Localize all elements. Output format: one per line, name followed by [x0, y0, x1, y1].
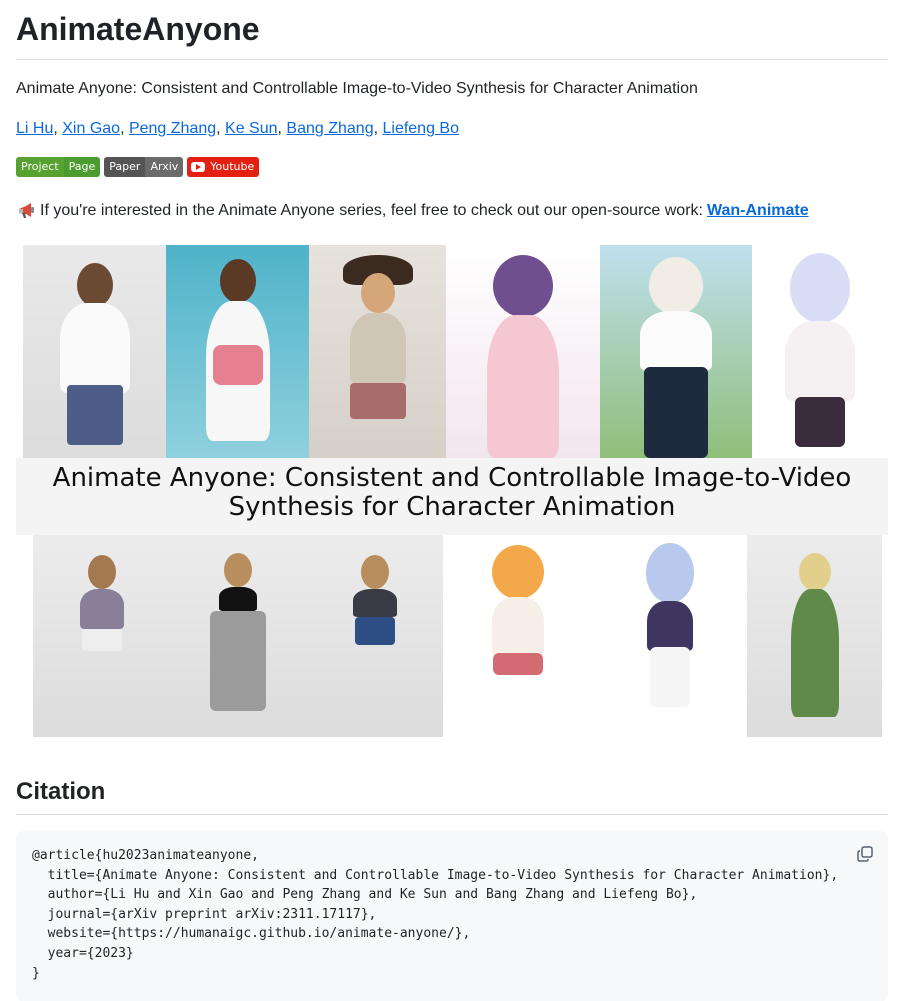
- wan-animate-link[interactable]: Wan-Animate: [707, 201, 809, 221]
- author-link-ke-sun[interactable]: Ke Sun: [225, 120, 277, 137]
- badge-paper-value: Arxiv: [145, 157, 184, 177]
- hero-panel-pose-2: [170, 535, 306, 737]
- badge-paper-label: Paper: [104, 157, 146, 177]
- author-link-li-hu[interactable]: Li Hu: [16, 120, 53, 137]
- badge-project-value: Page: [63, 157, 101, 177]
- author-link-xin-gao[interactable]: Xin Gao: [62, 120, 120, 137]
- citation-heading: Citation: [16, 778, 106, 805]
- copy-icon[interactable]: [856, 845, 874, 863]
- notice-text: If you're interested in the Animate Anyo…: [40, 202, 703, 219]
- project-subtitle: Animate Anyone: Consistent and Controlla…: [16, 80, 698, 97]
- hero-title-line-2: Synthesis for Character Animation: [228, 492, 676, 522]
- hero-panel-anime-1: [446, 245, 600, 458]
- hero-panel-pose-5: [593, 535, 747, 737]
- hero-panel-pose-6: [747, 535, 882, 737]
- youtube-badge[interactable]: Youtube: [187, 157, 260, 177]
- hero-bottom-row: [33, 535, 882, 737]
- hero-panel-anime-3: [752, 245, 888, 458]
- citation-code-block: @article{hu2023animateanyone, title={Ani…: [16, 831, 888, 1001]
- author-list: Li Hu, Xin Gao, Peng Zhang, Ke Sun, Bang…: [16, 120, 459, 137]
- hero-title: Animate Anyone: Consistent and Controlla…: [16, 458, 888, 535]
- citation-divider: [16, 814, 888, 815]
- notice-line: If you're interested in the Animate Anyo…: [16, 201, 888, 221]
- megaphone-icon: [19, 203, 34, 218]
- hero-panel-photo-2: [166, 245, 309, 458]
- author-link-bang-zhang[interactable]: Bang Zhang: [286, 120, 373, 137]
- hero-panel-pose-1: [33, 535, 170, 737]
- citation-bibtex[interactable]: @article{hu2023animateanyone, title={Ani…: [32, 846, 844, 983]
- paper-arxiv-badge[interactable]: Paper Arxiv: [104, 157, 184, 177]
- badge-row: Project Page Paper Arxiv Youtube: [16, 157, 888, 177]
- hero-title-line-1: Animate Anyone: Consistent and Controlla…: [52, 463, 852, 493]
- badge-youtube-label: Youtube: [210, 160, 255, 173]
- author-link-peng-zhang[interactable]: Peng Zhang: [129, 120, 216, 137]
- hero-top-row: [23, 245, 888, 458]
- hero-panel-pose-3: [306, 535, 443, 737]
- hero-panel-pose-4: [443, 535, 593, 737]
- page-title: AnimateAnyone: [16, 11, 260, 47]
- hero-panel-anime-2: [600, 245, 752, 458]
- author-link-liefeng-bo[interactable]: Liefeng Bo: [382, 120, 459, 137]
- youtube-icon: [191, 162, 206, 172]
- project-page-badge[interactable]: Project Page: [16, 157, 101, 177]
- hero-panel-photo-1: [23, 245, 166, 458]
- badge-project-label: Project: [16, 157, 64, 177]
- hero-panel-photo-3: [309, 245, 446, 458]
- title-divider: [16, 59, 888, 60]
- hero-image: Animate Anyone: Consistent and Controlla…: [16, 245, 888, 741]
